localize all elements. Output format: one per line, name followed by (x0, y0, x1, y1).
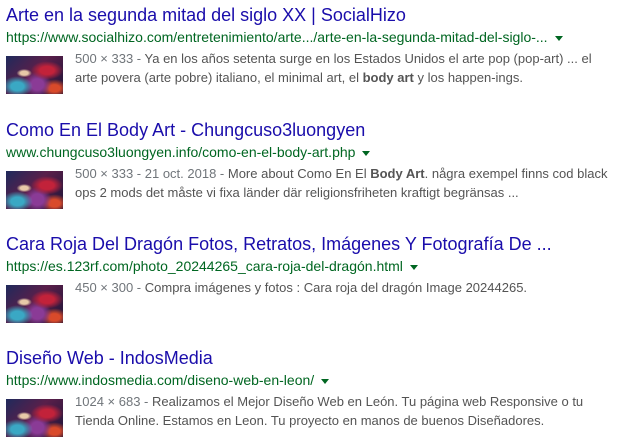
result-title-link[interactable]: Diseño Web - IndosMedia (6, 347, 618, 369)
snippet-highlight: Body Art (370, 166, 425, 181)
snippet-text: More about Como En El (227, 166, 371, 181)
dropdown-arrow-icon[interactable] (321, 378, 330, 384)
search-result: Diseño Web - IndosMedia https://www.indo… (6, 347, 618, 437)
result-snippet: 1024 × 683 - Realizamos el Mejor Diseño … (75, 392, 615, 437)
result-url[interactable]: https://es.123rf.com/photo_20244265_cara… (6, 257, 403, 275)
result-thumbnail-image[interactable] (6, 56, 63, 94)
result-url-row: www.chungcuso3luongyen.info/como-en-el-b… (6, 143, 618, 161)
result-url-row: https://es.123rf.com/photo_20244265_cara… (6, 257, 618, 275)
result-image-meta: 500 × 333 - 21 oct. 2018 - (75, 166, 228, 181)
result-title-link[interactable]: Arte en la segunda mitad del siglo XX | … (6, 4, 618, 26)
dropdown-arrow-icon[interactable] (362, 150, 371, 156)
search-results: Arte en la segunda mitad del siglo XX | … (0, 0, 622, 438)
search-result: Como En El Body Art - Chungcuso3luongyen… (6, 119, 618, 209)
result-image-meta: 450 × 300 - (75, 280, 145, 295)
dropdown-arrow-icon[interactable] (554, 35, 563, 41)
result-snippet: 500 × 333 - 21 oct. 2018 - More about Co… (75, 164, 615, 209)
result-body: 500 × 333 - 21 oct. 2018 - More about Co… (6, 164, 618, 209)
result-url-row: https://www.indosmedia.com/diseno-web-en… (6, 371, 618, 389)
result-body: 500 × 333 - Ya en los años setenta surge… (6, 49, 618, 94)
result-title-link[interactable]: Como En El Body Art - Chungcuso3luongyen (6, 119, 618, 141)
snippet-text: Compra imágenes y fotos : Cara roja del … (144, 280, 528, 295)
snippet-highlight: body art (362, 70, 414, 85)
result-url-row: https://www.socialhizo.com/entretenimien… (6, 28, 618, 46)
result-url[interactable]: https://www.indosmedia.com/diseno-web-en… (6, 371, 314, 389)
result-url[interactable]: https://www.socialhizo.com/entretenimien… (6, 28, 548, 46)
result-snippet: 500 × 333 - Ya en los años setenta surge… (75, 49, 615, 94)
snippet-text: y los happen-ings. (413, 70, 523, 85)
search-result: Arte en la segunda mitad del siglo XX | … (6, 4, 618, 94)
snippet-text: Realizamos el Mejor Diseño Web en León. … (75, 394, 584, 428)
result-body: 450 × 300 - Compra imágenes y fotos : Ca… (6, 278, 618, 323)
result-title-link[interactable]: Cara Roja Del Dragón Fotos, Retratos, Im… (6, 233, 618, 255)
result-snippet: 450 × 300 - Compra imágenes y fotos : Ca… (75, 278, 615, 323)
result-url[interactable]: www.chungcuso3luongyen.info/como-en-el-b… (6, 143, 355, 161)
result-body: 1024 × 683 - Realizamos el Mejor Diseño … (6, 392, 618, 437)
dropdown-arrow-icon[interactable] (409, 264, 418, 270)
result-thumbnail-image[interactable] (6, 399, 63, 437)
search-result: Cara Roja Del Dragón Fotos, Retratos, Im… (6, 233, 618, 323)
result-image-meta: 500 × 333 - (75, 51, 145, 66)
result-thumbnail-image[interactable] (6, 171, 63, 209)
result-image-meta: 1024 × 683 - (75, 394, 152, 409)
result-thumbnail-image[interactable] (6, 285, 63, 323)
